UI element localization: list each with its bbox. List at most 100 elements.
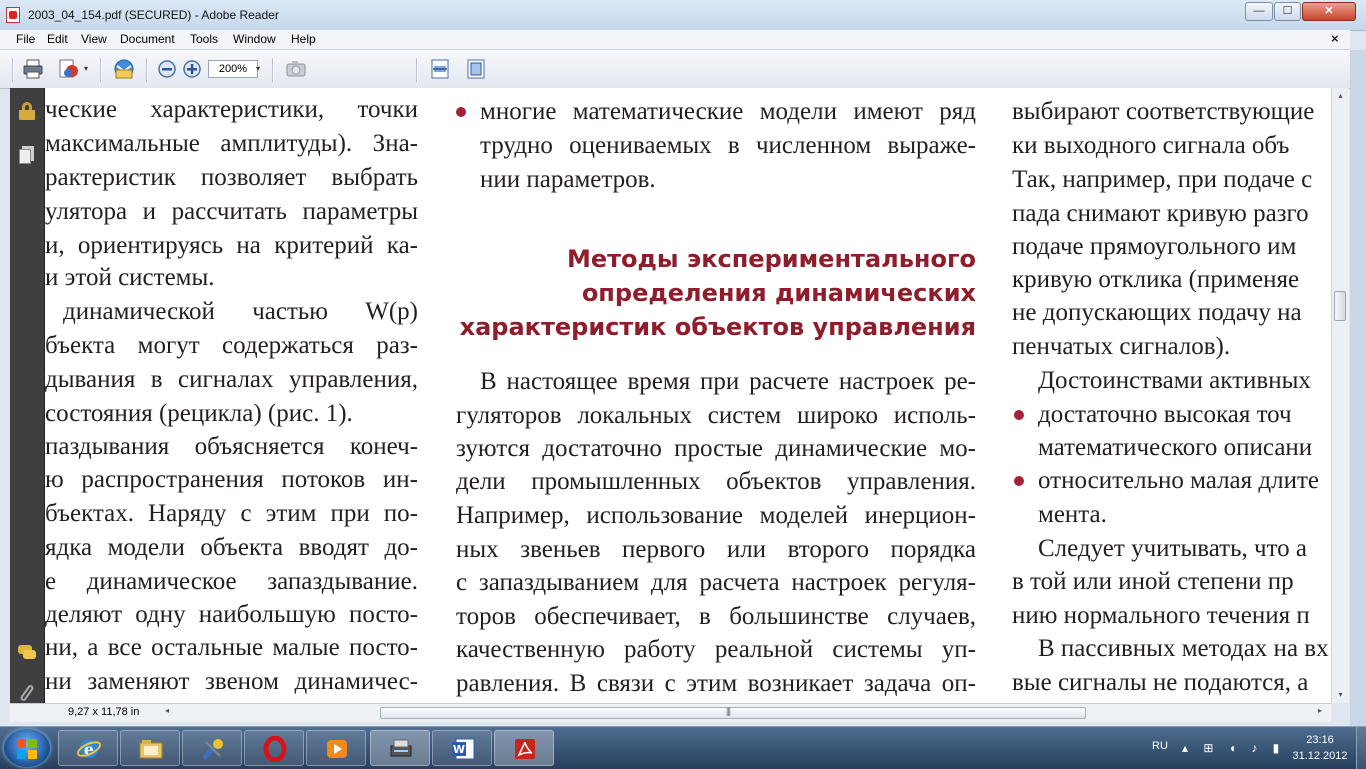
- text-line: ядка модели объекта вводят до-: [45, 534, 418, 561]
- status-bar: 9,27 x 11,78 in ◂ ||| ▸: [10, 703, 1331, 722]
- attachment-icon[interactable]: [18, 683, 36, 703]
- maximize-button[interactable]: ☐: [1274, 2, 1301, 21]
- menu-help[interactable]: Help: [291, 32, 316, 46]
- text-line: ки выходного сигнала объ: [1012, 132, 1290, 159]
- minimize-button[interactable]: —: [1245, 2, 1273, 21]
- comment-icon[interactable]: [18, 643, 36, 661]
- toolbar-separator: [146, 58, 148, 82]
- tool-icon: [202, 739, 223, 760]
- text-line: трудно оцениваемых в численном выраже-: [480, 132, 976, 159]
- adobe-reader-window: 2003_04_154.pdf (SECURED) - Adobe Reader…: [0, 0, 1366, 726]
- text-line: мента.: [1038, 501, 1107, 528]
- word-icon: W: [452, 738, 475, 760]
- explorer-icon: [139, 740, 163, 759]
- text-line: ческие характеристики, точки: [45, 96, 418, 123]
- menu-view[interactable]: View: [81, 32, 107, 46]
- text-line: В пассивных методах на вх: [1038, 635, 1329, 662]
- scroll-left-button[interactable]: ◂: [165, 706, 169, 715]
- text-line: нию нормального течения п: [1012, 602, 1310, 629]
- text-line: Так, например, при подаче с: [1012, 166, 1313, 193]
- bullet-marker: [456, 107, 466, 117]
- text-line: Достоинствами активных: [1038, 367, 1311, 394]
- window-title: 2003_04_154.pdf (SECURED) - Adobe Reader: [28, 8, 279, 22]
- menu-bar: File Edit View Document Tools Window Hel…: [0, 30, 1350, 50]
- text-line: не допускающих подачу на: [1012, 299, 1302, 326]
- scroll-right-button[interactable]: ▸: [1318, 706, 1322, 715]
- close-document-button[interactable]: ×: [1331, 31, 1339, 46]
- toolbar-separator: [12, 58, 14, 82]
- snapshot-icon[interactable]: [285, 58, 307, 80]
- text-line: вые сигналы не подаются, а: [1012, 669, 1309, 696]
- fit-width-icon[interactable]: [429, 58, 451, 80]
- section-heading: Методы экспериментального: [566, 245, 976, 273]
- menu-tools[interactable]: Tools: [190, 32, 218, 46]
- bullet-marker: [1014, 476, 1024, 486]
- system-tray-icons[interactable]: ▴ ⊞ ◖ ♪ ▮: [1182, 741, 1285, 755]
- text-line: дывания в сигналах управления,: [45, 366, 418, 393]
- clock-date[interactable]: 31.12.2012: [1283, 750, 1357, 762]
- start-button[interactable]: [4, 729, 50, 767]
- collaborate-dropdown-icon[interactable]: ▾: [84, 58, 94, 80]
- pages-icon[interactable]: [18, 146, 36, 164]
- text-line: торов обеспечивает, в большинстве случае…: [456, 603, 976, 630]
- horizontal-scrollbar[interactable]: |||: [380, 706, 1086, 719]
- email-icon[interactable]: [112, 58, 134, 80]
- text-line: выбирают соответствующие: [1012, 98, 1315, 125]
- toolbar-separator: [100, 58, 102, 82]
- scroll-up-button[interactable]: ▴: [1332, 88, 1349, 104]
- taskbar-adobe-reader[interactable]: [494, 730, 554, 766]
- taskbar-internet-explorer[interactable]: e: [58, 730, 118, 766]
- taskbar-opera[interactable]: [244, 730, 304, 766]
- text-line: максимальные амплитуды). Зна-: [45, 130, 418, 157]
- text-line: пенчатых сигналов).: [1012, 333, 1231, 360]
- close-window-button[interactable]: ✕: [1302, 2, 1356, 21]
- svg-text:W: W: [453, 743, 465, 756]
- lock-icon[interactable]: [18, 102, 36, 120]
- text-line: нии параметров.: [480, 166, 656, 193]
- opera-icon: [263, 736, 287, 762]
- zoom-level-input[interactable]: 200%: [208, 60, 258, 78]
- menu-edit[interactable]: Edit: [47, 32, 68, 46]
- pdf-file-icon: [6, 7, 20, 23]
- horizontal-scroll-grip[interactable]: |||: [726, 706, 731, 716]
- print-icon[interactable]: [22, 58, 44, 80]
- taskbar-media-player[interactable]: [306, 730, 366, 766]
- taskbar-tool-app[interactable]: [182, 730, 242, 766]
- fit-page-icon[interactable]: [465, 58, 487, 80]
- toolbar: ▾ 200% ▾: [0, 50, 1350, 89]
- menu-file[interactable]: File: [16, 32, 35, 46]
- text-line: паздывания объясняется конеч-: [45, 433, 418, 460]
- text-line: пада снимают кривую разго: [1012, 200, 1309, 227]
- text-line: подаче прямоугольного им: [1012, 233, 1297, 260]
- menu-document[interactable]: Document: [120, 32, 175, 46]
- taskbar-explorer[interactable]: [120, 730, 180, 766]
- text-line: ни, а все остальные малые посто-: [45, 634, 418, 661]
- document-page[interactable]: ческие характеристики, точки максимальны…: [45, 88, 1331, 703]
- text-line: многие математические модели имеют ряд: [480, 98, 976, 125]
- text-line: ных звеньев первого или второго порядка: [456, 536, 976, 563]
- text-line: качественную работу реальной системы уп-: [456, 636, 976, 663]
- text-line: бъекта могут содержаться раз-: [45, 332, 418, 359]
- zoom-dropdown-icon[interactable]: ▾: [256, 64, 260, 73]
- zoom-in-icon[interactable]: [181, 58, 203, 80]
- toolbar-separator: [272, 58, 274, 82]
- clock-time[interactable]: 23:16: [1290, 734, 1350, 746]
- bullet-marker: [1014, 410, 1024, 420]
- vertical-scrollbar[interactable]: ▴ ▾: [1331, 88, 1349, 703]
- taskbar-scanner[interactable]: [370, 730, 430, 766]
- text-line: улятора и рассчитать параметры: [45, 198, 418, 225]
- section-heading: определения динамических: [581, 279, 976, 307]
- show-desktop-button[interactable]: [1356, 727, 1366, 769]
- vertical-scroll-thumb[interactable]: [1334, 291, 1346, 321]
- language-indicator[interactable]: RU: [1152, 740, 1168, 752]
- text-line: в той или иной степени пр: [1012, 568, 1294, 595]
- taskbar-word[interactable]: W: [432, 730, 492, 766]
- zoom-out-icon[interactable]: [156, 58, 178, 80]
- collaborate-icon[interactable]: [58, 58, 80, 80]
- text-line: с запаздыванием для расчета настроек рег…: [456, 569, 976, 596]
- scroll-down-button[interactable]: ▾: [1332, 687, 1349, 703]
- taskbar: e W RU ▴ ⊞ ◖ ♪ ▮ 23:16 31.12.2012: [0, 726, 1366, 769]
- text-line: равления. В связи с этим возникает задач…: [456, 670, 976, 697]
- title-bar[interactable]: 2003_04_154.pdf (SECURED) - Adobe Reader…: [0, 0, 1366, 31]
- menu-window[interactable]: Window: [233, 32, 276, 46]
